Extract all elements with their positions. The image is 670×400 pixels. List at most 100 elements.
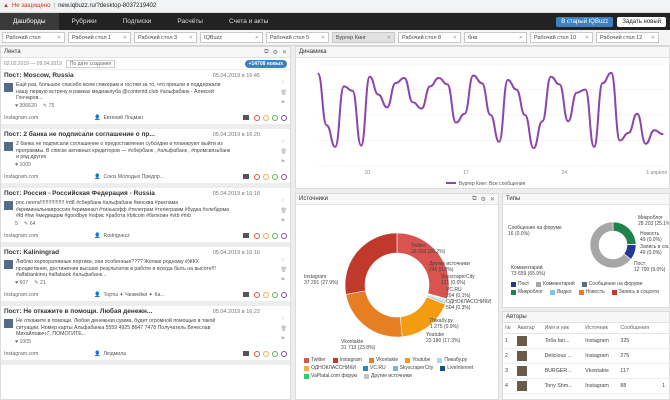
post-thumbnail[interactable]: [4, 260, 13, 269]
close-tab-icon[interactable]: ✕: [519, 35, 523, 41]
tone-radio[interactable]: [281, 232, 287, 239]
settings-icon[interactable]: ⚙: [273, 49, 278, 56]
post-title[interactable]: Пост: Не откажите в помощи. Любая денежн…: [4, 308, 229, 315]
old-version-button[interactable]: В старый IQBuzz: [556, 16, 614, 27]
sort-select[interactable]: По дате создания: [65, 59, 116, 68]
legend-item[interactable]: Twitter: [304, 357, 326, 363]
legend-item[interactable]: VC.RU: [363, 365, 386, 371]
post-source[interactable]: Instagram.com: [4, 233, 94, 239]
delete-icon[interactable]: 🗑: [281, 149, 287, 155]
nav-tab[interactable]: Подписки: [110, 13, 165, 30]
tone-radio[interactable]: [254, 232, 260, 239]
author-name[interactable]: BURGER...: [542, 363, 584, 379]
post-title[interactable]: Пост: Moscow, Russia: [4, 72, 229, 79]
legend-item[interactable]: Сообщение на форуме: [581, 281, 642, 287]
desktop-tab[interactable]: Рабочий стол 3 ✕: [134, 32, 197, 43]
star-icon[interactable]: ☆: [281, 257, 287, 263]
delete-icon[interactable]: 🗑: [281, 90, 287, 96]
copy-icon[interactable]: ⧉: [264, 49, 268, 56]
column-header[interactable]: Аватар: [515, 323, 543, 334]
desktop-tab[interactable]: Рабочий стол 1 ✕: [68, 32, 131, 43]
legend-item[interactable]: ОДНОКЛАССНИКИ: [304, 365, 356, 371]
flag-icon[interactable]: ⚑: [281, 159, 287, 165]
post-source[interactable]: Instagram.com: [4, 174, 94, 180]
delete-icon[interactable]: 🗑: [281, 326, 287, 332]
column-header[interactable]: Источник: [583, 323, 619, 334]
post-title[interactable]: Пост: Россия - Российская Федерация - Ru…: [4, 190, 229, 197]
column-header[interactable]: [660, 323, 669, 334]
desktop-tab[interactable]: Рабочий стол 5 ✕: [266, 32, 329, 43]
legend-item[interactable]: Комментарий: [536, 281, 575, 287]
tone-radio[interactable]: [263, 291, 269, 298]
delete-icon[interactable]: 🗑: [281, 208, 287, 214]
legend-item[interactable]: Пикабу.ру: [437, 357, 467, 363]
avatar[interactable]: [517, 381, 528, 391]
close-tab-icon[interactable]: ✕: [57, 35, 61, 41]
post-card[interactable]: Пост: Россия - Российская Федерация - Ru…: [1, 188, 290, 247]
tone-radio[interactable]: [272, 291, 278, 298]
author-name[interactable]: Tony Shm...: [542, 378, 584, 394]
desktop-tab[interactable]: Рабочий стол 8 ✕: [398, 32, 461, 43]
legend-item[interactable]: Пост: [511, 281, 529, 287]
flag-icon[interactable]: ⚑: [281, 100, 287, 106]
legend-item[interactable]: SkyscraperCity: [392, 365, 433, 371]
flag-icon[interactable]: ⚑: [281, 218, 287, 224]
close-icon[interactable]: ✕: [490, 196, 495, 203]
post-card[interactable]: Пост: Не откажите в помощи. Любая денежн…: [1, 306, 290, 365]
tone-radio[interactable]: [263, 232, 269, 239]
close-tab-icon[interactable]: ✕: [321, 35, 325, 41]
post-source[interactable]: Instagram.com: [4, 292, 94, 298]
tone-radio[interactable]: [281, 173, 287, 180]
tag-icon[interactable]: [243, 292, 249, 297]
close-tab-icon[interactable]: ✕: [387, 35, 391, 41]
legend-item[interactable]: Видео: [549, 289, 572, 295]
tag-icon[interactable]: [243, 174, 249, 179]
copy-icon[interactable]: ⧉: [472, 196, 476, 203]
post-thumbnail[interactable]: [4, 142, 13, 151]
legend-item[interactable]: Новость: [578, 289, 605, 295]
tone-radio[interactable]: [281, 291, 287, 298]
tone-radio[interactable]: [272, 114, 278, 121]
post-title[interactable]: Пост: 2 банка не подписали соглашение о …: [4, 131, 229, 138]
column-header[interactable]: №: [503, 323, 516, 334]
tone-radio[interactable]: [254, 291, 260, 298]
nav-tab[interactable]: Рубрики: [59, 13, 110, 30]
star-icon[interactable]: ☆: [281, 139, 287, 145]
legend-item[interactable]: Запись в соцсети: [611, 289, 659, 295]
legend-item[interactable]: Другие источники: [363, 373, 412, 379]
legend-item[interactable]: Vkontakte: [368, 357, 398, 363]
tone-radio[interactable]: [281, 350, 287, 357]
tone-radio[interactable]: [254, 173, 260, 180]
desktop-tab[interactable]: IQBuzz ✕: [200, 32, 263, 43]
nav-tab[interactable]: Дашборды: [0, 13, 59, 30]
tone-radio[interactable]: [263, 350, 269, 357]
column-header[interactable]: Сообщения: [618, 323, 661, 334]
post-thumbnail[interactable]: [4, 201, 13, 210]
avatar[interactable]: [517, 366, 528, 376]
tone-radio[interactable]: [254, 114, 260, 121]
star-icon[interactable]: ☆: [281, 316, 287, 322]
desktop-tab[interactable]: Бургер Кинг ✕: [332, 32, 395, 43]
nav-tab[interactable]: Расчёты: [164, 13, 216, 30]
new-task-button[interactable]: Задать новый: [617, 16, 666, 27]
post-card[interactable]: Пост: 2 банка не подписали соглашение о …: [1, 129, 290, 188]
star-icon[interactable]: ☆: [281, 198, 287, 204]
post-source[interactable]: Instagram.com: [4, 115, 94, 121]
legend-item[interactable]: Микроблог: [511, 289, 543, 295]
url-text[interactable]: new.iqbuzz.ru/?desktop-8037219402: [58, 3, 156, 9]
desktop-tab[interactable]: Рабочий стол ✕: [2, 32, 65, 43]
post-thumbnail[interactable]: [4, 83, 13, 92]
tone-radio[interactable]: [281, 114, 287, 121]
tone-radio[interactable]: [254, 350, 260, 357]
author-name[interactable]: Delicious ...: [542, 348, 584, 364]
close-tab-icon[interactable]: ✕: [651, 35, 655, 41]
date-range[interactable]: 02.02.2019 — 09.04.2019: [4, 61, 62, 67]
post-title[interactable]: Пост: Kaliningrad: [4, 249, 229, 256]
author-row[interactable]: 3 BURGER... Vkontakte 117: [503, 363, 669, 379]
tag-icon[interactable]: [243, 233, 249, 238]
browser-address-bar[interactable]: ▲ Не защищено | new.iqbuzz.ru/?desktop-8…: [0, 0, 670, 13]
close-icon[interactable]: ✕: [282, 49, 287, 56]
nav-tab[interactable]: Счета и акты: [216, 13, 281, 30]
post-author[interactable]: Союз Молодых Предпр...: [103, 174, 164, 180]
tag-icon[interactable]: [243, 351, 249, 356]
